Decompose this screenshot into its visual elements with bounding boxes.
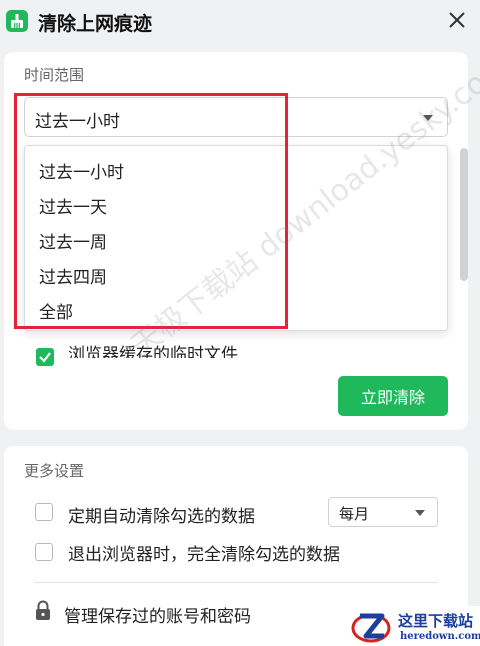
time-range-selected-value: 过去一小时	[35, 112, 120, 132]
time-range-label: 时间范围	[24, 66, 85, 84]
clear-now-button[interactable]: 立即清除	[338, 376, 448, 416]
broom-icon	[6, 10, 28, 32]
divider	[34, 582, 438, 583]
clear-on-exit-label: 退出浏览器时，完全清除勾选的数据	[68, 545, 340, 565]
check-icon	[39, 352, 51, 363]
manage-passwords-link[interactable]: 管理保存过的账号和密码	[64, 602, 251, 627]
site-logo-mark	[351, 613, 391, 643]
time-range-select[interactable]: 过去一小时	[24, 97, 448, 137]
frequency-value: 每月	[339, 505, 370, 523]
window-title: 清除上网痕迹	[38, 13, 153, 35]
lock-icon	[34, 600, 52, 622]
dropdown-option-past-day[interactable]: 过去一天	[39, 193, 107, 218]
auto-clear-checkbox[interactable]	[35, 503, 53, 521]
site-logo-domain: heredown.com	[400, 631, 480, 642]
auto-clear-label: 定期自动清除勾选的数据	[68, 507, 255, 527]
chevron-down-icon	[423, 115, 433, 121]
dropdown-option-past-hour[interactable]: 过去一小时	[39, 158, 124, 183]
clear-on-exit-checkbox[interactable]	[35, 543, 53, 561]
more-settings-label: 更多设置	[24, 462, 85, 480]
temp-files-checkbox[interactable]	[36, 348, 54, 366]
dropdown-option-past-four-weeks[interactable]: 过去四周	[39, 263, 107, 288]
close-icon[interactable]	[446, 9, 468, 31]
time-range-dropdown: 过去一小时 过去一天 过去一周 过去四周 全部	[24, 145, 448, 331]
temp-files-label: 浏览器缓存的临时文件	[68, 345, 238, 358]
dropdown-option-all[interactable]: 全部	[39, 298, 73, 323]
site-logo: 这里下载站 heredown.com	[346, 606, 480, 646]
title-bar: 清除上网痕迹	[0, 0, 480, 44]
scrollbar-thumb[interactable]	[460, 148, 468, 281]
frequency-select[interactable]: 每月	[328, 497, 438, 527]
dropdown-option-past-week[interactable]: 过去一周	[39, 228, 107, 253]
site-logo-title: 这里下载站	[398, 612, 474, 630]
chevron-down-icon	[415, 510, 425, 516]
